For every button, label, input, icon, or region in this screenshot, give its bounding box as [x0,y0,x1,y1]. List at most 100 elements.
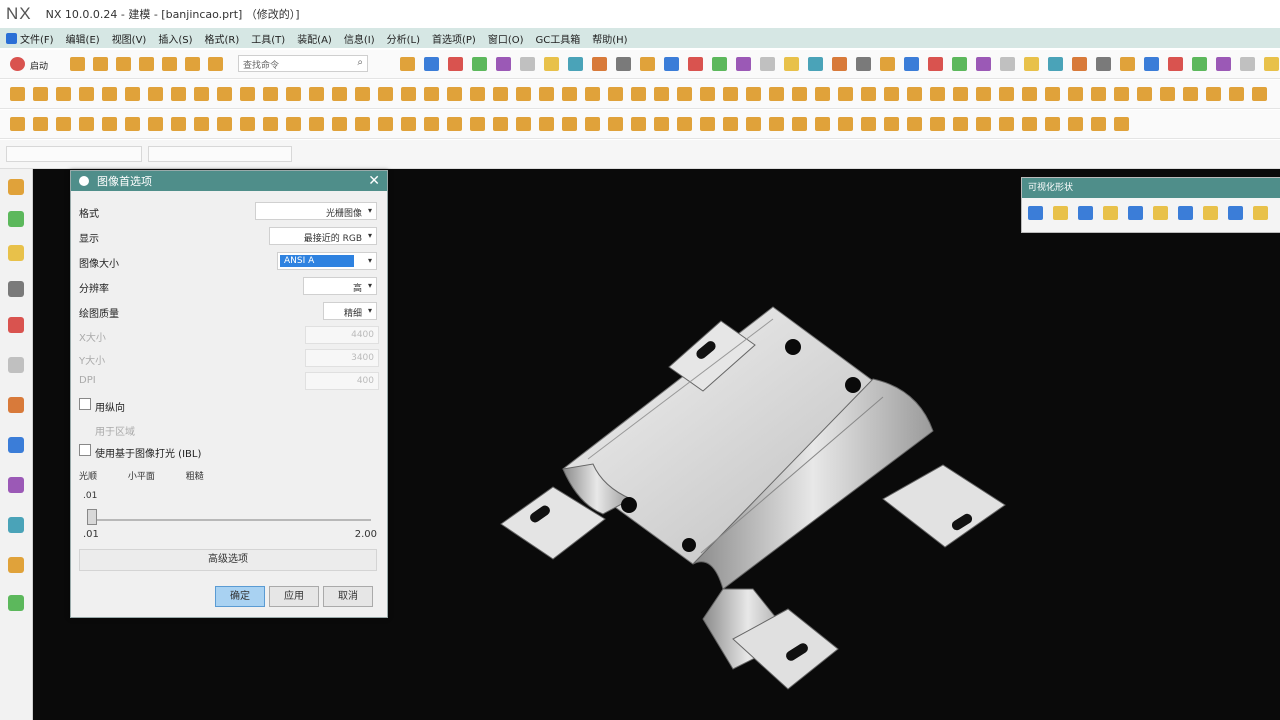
row3-tool-icon[interactable] [677,117,692,131]
visualization-shape-icon[interactable] [1253,206,1268,220]
menu-help[interactable]: 帮助(H) [592,31,627,46]
visualization-shape-icon[interactable] [1178,206,1193,220]
display-dropdown[interactable]: 最接近的 RGB ▾ [269,227,377,245]
row2-tool-icon[interactable] [493,87,508,101]
row1-tool-icon[interactable] [1264,57,1279,71]
row1-tool-icon[interactable] [616,57,631,71]
row3-tool-icon[interactable] [792,117,807,131]
row3-tool-icon[interactable] [815,117,830,131]
menu-analysis[interactable]: 分析(L) [387,31,420,46]
row1-tool-icon[interactable] [1168,57,1183,71]
visualization-shape-icon[interactable] [1203,206,1218,220]
row1-tool-icon[interactable] [424,57,439,71]
use-ibl-checkbox[interactable] [79,444,91,456]
menu-tools[interactable]: 工具(T) [251,31,285,46]
row2-tool-icon[interactable] [355,87,370,101]
row1-tool-icon[interactable] [640,57,655,71]
row1-tool-icon[interactable] [472,57,487,71]
visualization-shape-icon[interactable] [1028,206,1043,220]
dpi-field[interactable]: 400 [305,372,379,390]
row1-tool-icon[interactable] [1240,57,1255,71]
row3-tool-icon[interactable] [148,117,163,131]
resource-bar-icon[interactable] [8,437,24,453]
row2-tool-icon[interactable] [861,87,876,101]
row3-tool-icon[interactable] [539,117,554,131]
row2-tool-icon[interactable] [907,87,922,101]
row3-tool-icon[interactable] [240,117,255,131]
resolution-dropdown[interactable]: 高 ▾ [303,277,377,295]
row2-tool-icon[interactable] [125,87,140,101]
row2-tool-icon[interactable] [148,87,163,101]
row1-tool-icon[interactable] [832,57,847,71]
row1-tool-icon[interactable] [70,57,85,71]
row2-tool-icon[interactable] [769,87,784,101]
row1-tool-icon[interactable] [544,57,559,71]
resource-bar-icon[interactable] [8,357,24,373]
row2-tool-icon[interactable] [217,87,232,101]
row2-tool-icon[interactable] [447,87,462,101]
row2-tool-icon[interactable] [562,87,577,101]
resource-bar-icon[interactable] [8,245,24,261]
row2-tool-icon[interactable] [332,87,347,101]
row3-tool-icon[interactable] [608,117,623,131]
menu-assembly[interactable]: 装配(A) [297,31,332,46]
use-background-checkbox[interactable] [79,398,91,410]
row1-tool-icon[interactable] [784,57,799,71]
row2-tool-icon[interactable] [102,87,117,101]
menu-insert[interactable]: 插入(S) [158,31,192,46]
row1-tool-icon[interactable] [880,57,895,71]
row1-tool-icon[interactable] [1192,57,1207,71]
resource-bar-icon[interactable] [8,557,24,573]
row3-tool-icon[interactable] [746,117,761,131]
row3-tool-icon[interactable] [424,117,439,131]
apply-button[interactable]: 应用 [269,586,319,607]
row3-tool-icon[interactable] [217,117,232,131]
row1-tool-icon[interactable] [116,57,131,71]
row2-tool-icon[interactable] [585,87,600,101]
row1-tool-icon[interactable] [93,57,108,71]
row2-tool-icon[interactable] [1206,87,1221,101]
row2-tool-icon[interactable] [677,87,692,101]
row2-tool-icon[interactable] [1022,87,1037,101]
row2-tool-icon[interactable] [746,87,761,101]
resource-bar-icon[interactable] [8,595,24,611]
row2-tool-icon[interactable] [33,87,48,101]
row2-tool-icon[interactable] [976,87,991,101]
row1-tool-icon[interactable] [1048,57,1063,71]
menu-file[interactable]: 文件(F) [6,31,54,46]
resource-bar-icon[interactable] [8,477,24,493]
row3-tool-icon[interactable] [56,117,71,131]
row3-tool-icon[interactable] [585,117,600,131]
row1-tool-icon[interactable] [448,57,463,71]
visualization-shape-icon[interactable] [1053,206,1068,220]
row1-tool-icon[interactable] [1000,57,1015,71]
row3-tool-icon[interactable] [125,117,140,131]
row1-tool-icon[interactable] [688,57,703,71]
row3-tool-icon[interactable] [355,117,370,131]
tolerance-slider-thumb[interactable] [87,509,97,525]
row3-tool-icon[interactable] [1045,117,1060,131]
row3-tool-icon[interactable] [631,117,646,131]
row1-tool-icon[interactable] [162,57,177,71]
row3-tool-icon[interactable] [769,117,784,131]
row3-tool-icon[interactable] [1068,117,1083,131]
row1-tool-icon[interactable] [664,57,679,71]
row3-tool-icon[interactable] [907,117,922,131]
row2-tool-icon[interactable] [470,87,485,101]
row3-tool-icon[interactable] [1114,117,1129,131]
row3-tool-icon[interactable] [884,117,899,131]
row3-tool-icon[interactable] [33,117,48,131]
row2-tool-icon[interactable] [1252,87,1267,101]
row2-tool-icon[interactable] [1091,87,1106,101]
row2-tool-icon[interactable] [930,87,945,101]
row1-tool-icon[interactable] [400,57,415,71]
row3-tool-icon[interactable] [10,117,25,131]
row2-tool-icon[interactable] [56,87,71,101]
row3-tool-icon[interactable] [1022,117,1037,131]
row3-tool-icon[interactable] [723,117,738,131]
row1-tool-icon[interactable] [1072,57,1087,71]
row2-tool-icon[interactable] [1229,87,1244,101]
tolerance-slider-track[interactable] [87,519,371,521]
resource-bar-icon[interactable] [8,517,24,533]
row1-tool-icon[interactable] [592,57,607,71]
